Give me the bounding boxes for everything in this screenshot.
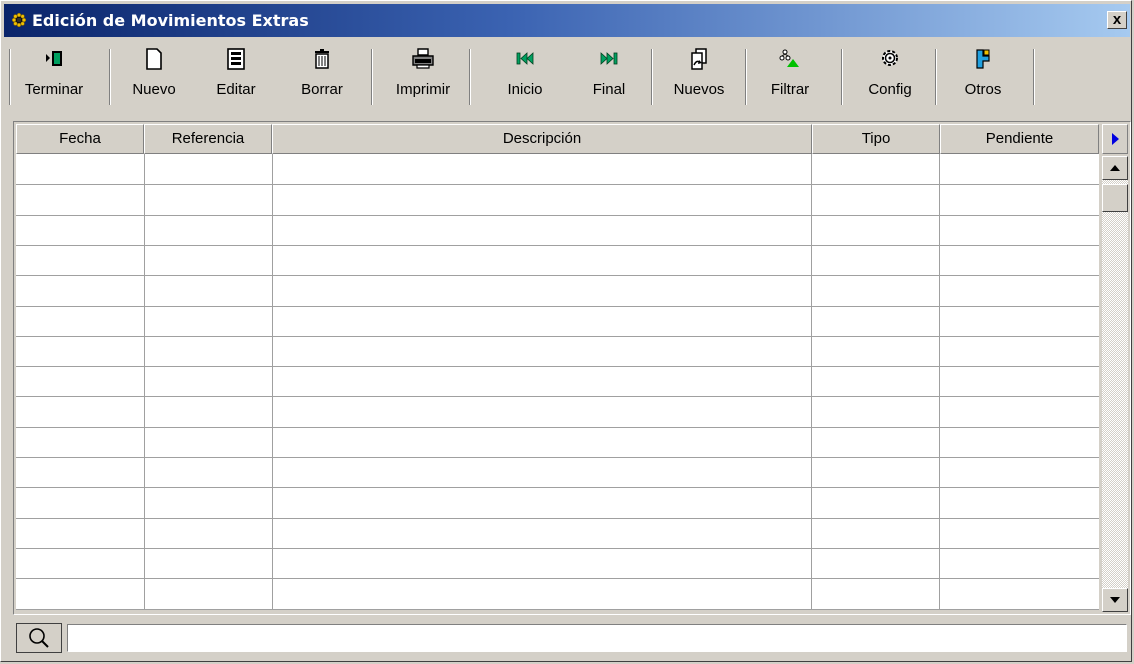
otros-button[interactable]: Otros (945, 41, 1021, 109)
data-grid[interactable]: Fecha Referencia Descripción Tipo Pendie… (16, 124, 1099, 610)
inicio-button[interactable]: Inicio (489, 41, 561, 109)
search-button[interactable] (16, 623, 62, 653)
triangle-right-icon (1112, 133, 1119, 145)
table-row-divider (16, 578, 1099, 579)
final-button[interactable]: Final (575, 41, 643, 109)
toolbar-separator (1033, 49, 1035, 105)
others-icon (976, 49, 990, 69)
scroll-up-button[interactable] (1102, 156, 1128, 180)
edit-form-icon (227, 48, 245, 70)
filtrar-label: Filtrar (770, 81, 810, 98)
nuevos-label: Nuevos (673, 81, 725, 98)
column-header-fecha[interactable]: Fecha (16, 124, 144, 154)
table-row-divider (16, 336, 1099, 337)
table-row-divider (16, 427, 1099, 428)
exit-icon (46, 51, 62, 66)
column-divider (272, 154, 273, 610)
arrow-up-icon (1110, 165, 1120, 171)
search-input[interactable] (67, 624, 1127, 652)
final-label: Final (592, 81, 626, 98)
table-row-divider (16, 366, 1099, 367)
main-window: Edición de Movimientos Extras x Terminar… (0, 0, 1132, 662)
column-header-pendiente[interactable]: Pendiente (940, 124, 1099, 154)
table-row-divider (16, 184, 1099, 185)
toolbar-separator (9, 49, 11, 105)
table-row-divider (16, 306, 1099, 307)
terminar-label: Terminar (24, 81, 84, 98)
toolbar-separator (841, 49, 843, 105)
toolbar-separator (371, 49, 373, 105)
last-record-icon (600, 52, 618, 65)
gear-icon (882, 50, 898, 66)
table-row-divider (16, 215, 1099, 216)
table-row-divider (16, 609, 1099, 610)
search-bar (13, 623, 1131, 655)
editar-label: Editar (216, 81, 256, 98)
new-items-icon (691, 48, 707, 70)
scroll-thumb[interactable] (1102, 184, 1128, 212)
table-row-divider (16, 548, 1099, 549)
vertical-scrollbar[interactable] (1102, 156, 1128, 612)
column-divider (939, 154, 940, 610)
borrar-label: Borrar (301, 81, 343, 98)
toolbar-separator (935, 49, 937, 105)
nuevo-button[interactable]: Nuevo (123, 41, 185, 109)
toolbar-separator (469, 49, 471, 105)
toolbar-separator (109, 49, 111, 105)
table-row-divider (16, 275, 1099, 276)
toolbar: Terminar Nuevo Editar Borrar Imprimir In… (7, 41, 1129, 111)
scroll-down-button[interactable] (1102, 588, 1128, 612)
filtrar-button[interactable]: Filtrar (751, 41, 829, 109)
new-document-icon (146, 48, 162, 70)
filter-icon (779, 49, 799, 67)
window-title: Edición de Movimientos Extras (32, 11, 309, 30)
nuevo-label: Nuevo (132, 81, 176, 98)
close-button[interactable]: x (1107, 11, 1127, 29)
table-row-divider (16, 245, 1099, 246)
first-record-icon (516, 52, 534, 65)
toolbar-separator (651, 49, 653, 105)
column-divider (811, 154, 812, 610)
column-header-tipo[interactable]: Tipo (812, 124, 940, 154)
column-scroll-right-button[interactable] (1102, 124, 1128, 154)
nuevos-button[interactable]: Nuevos (659, 41, 739, 109)
config-button[interactable]: Config (853, 41, 927, 109)
column-header-descripcion[interactable]: Descripción (272, 124, 812, 154)
imprimir-label: Imprimir (395, 81, 451, 98)
title-bar[interactable]: Edición de Movimientos Extras x (4, 4, 1130, 37)
inicio-label: Inicio (507, 81, 543, 98)
column-header-referencia[interactable]: Referencia (144, 124, 272, 154)
editar-button[interactable]: Editar (205, 41, 267, 109)
table-row-divider (16, 487, 1099, 488)
otros-label: Otros (964, 81, 1002, 98)
borrar-button[interactable]: Borrar (287, 41, 357, 109)
trash-icon (315, 49, 329, 69)
search-icon (29, 628, 49, 648)
arrow-down-icon (1110, 597, 1120, 603)
config-label: Config (868, 81, 912, 98)
column-divider (144, 154, 145, 610)
table-row-divider (16, 396, 1099, 397)
table-row-divider (16, 457, 1099, 458)
toolbar-separator (745, 49, 747, 105)
printer-icon (412, 48, 434, 69)
imprimir-button[interactable]: Imprimir (381, 41, 465, 109)
table-row-divider (16, 518, 1099, 519)
terminar-button[interactable]: Terminar (13, 41, 95, 109)
app-icon (12, 13, 26, 27)
grid-frame: Fecha Referencia Descripción Tipo Pendie… (13, 121, 1131, 615)
